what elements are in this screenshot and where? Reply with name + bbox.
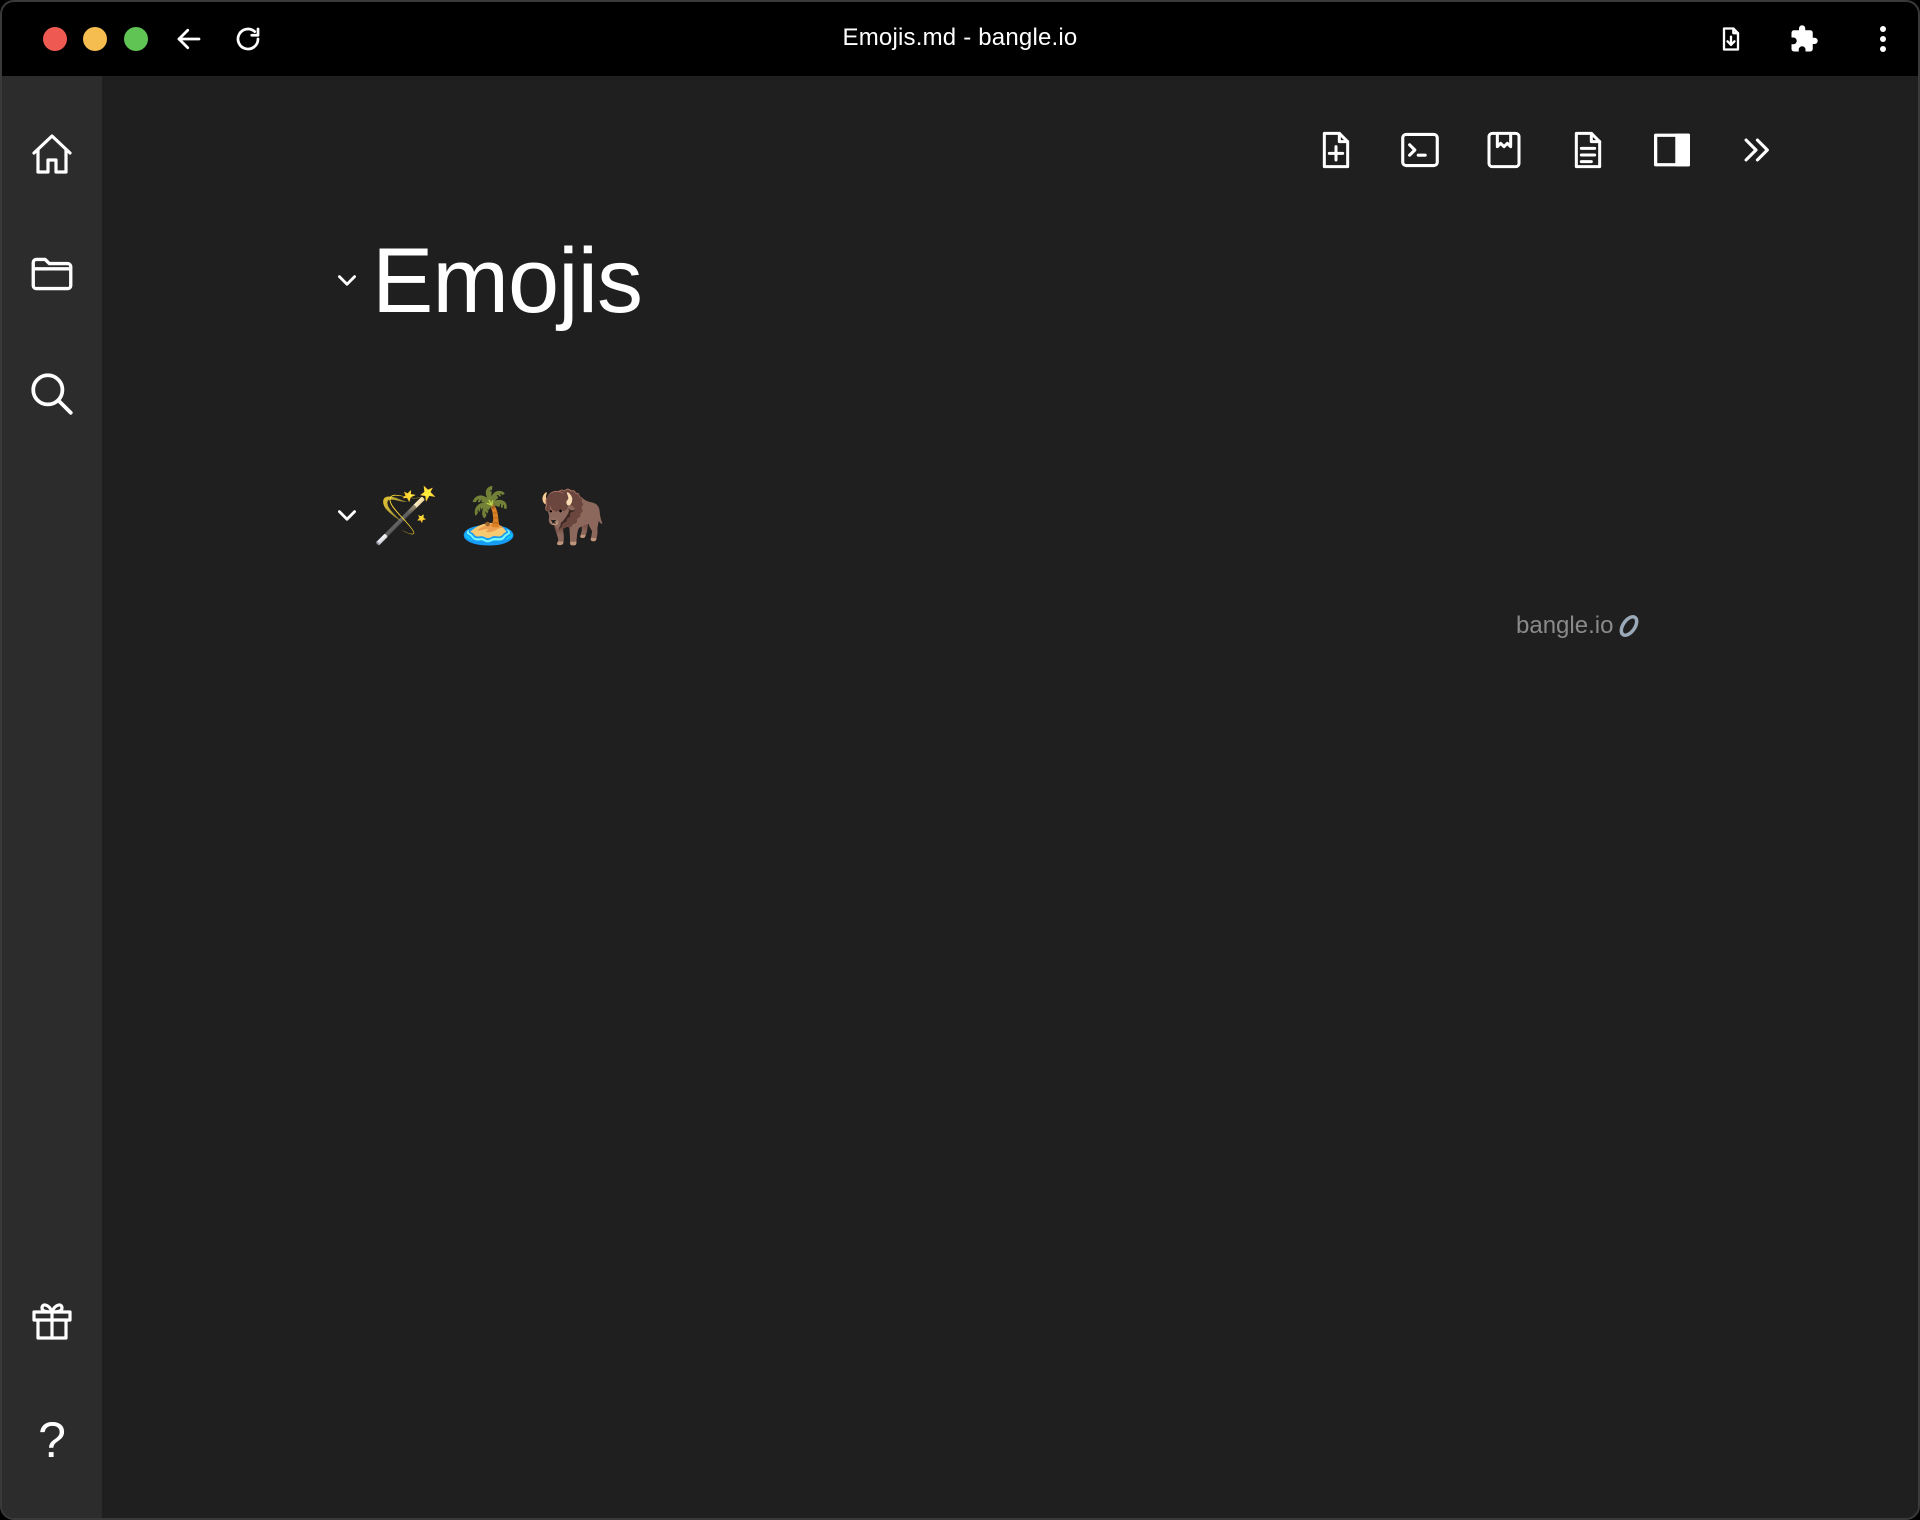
- title-bar: Emojis.md - bangle.io: [2, 2, 1918, 76]
- chevron-down-icon: [338, 275, 356, 286]
- heading-block: Emojis: [322, 226, 643, 336]
- search-icon: [31, 373, 73, 415]
- editor-area: Emojis 🪄🏝️🦬 bangle.io: [102, 76, 1918, 1518]
- collapse-sidebar-icon: [1744, 138, 1769, 162]
- split-screen-button[interactable]: [1648, 126, 1696, 174]
- browser-menu-button[interactable]: [1864, 20, 1902, 58]
- activity-bar: ?: [2, 76, 102, 1518]
- puzzle-extension-icon: [1791, 25, 1818, 52]
- help-icon: ?: [38, 1412, 66, 1468]
- command-palette-icon: [1401, 132, 1439, 168]
- note-outline-button[interactable]: [1564, 126, 1612, 174]
- install-app-button[interactable]: [1712, 20, 1750, 58]
- command-palette-button[interactable]: [1396, 126, 1444, 174]
- split-screen-icon: [1654, 133, 1690, 167]
- new-note-icon: [1322, 131, 1350, 169]
- gift-icon: [32, 1303, 72, 1340]
- watermark-text: bangle.io: [1516, 612, 1614, 639]
- app-window: Emojis.md - bangle.io ? Emojis 🪄🏝️🦬 bang…: [0, 0, 1920, 1520]
- home-icon: [32, 134, 72, 174]
- emoji-paragraph[interactable]: 🪄🏝️🦬: [372, 489, 622, 543]
- chevron-down-icon: [338, 510, 356, 521]
- note-outline-icon: [1574, 131, 1602, 169]
- heading-collapse-toggle[interactable]: [322, 256, 372, 306]
- new-note-button[interactable]: [1312, 126, 1360, 174]
- bookmark-note-icon: [1487, 131, 1521, 169]
- app-watermark: bangle.io: [1516, 612, 1643, 640]
- collapse-sidebar-button[interactable]: [1732, 126, 1780, 174]
- file-download-icon: [1722, 27, 1740, 51]
- document-heading[interactable]: Emojis: [372, 235, 643, 327]
- file-browser-button[interactable]: [24, 246, 80, 302]
- search-button[interactable]: [24, 366, 80, 422]
- paragraph-collapse-toggle[interactable]: [322, 491, 372, 541]
- pin-note-button[interactable]: [1480, 126, 1528, 174]
- paragraph-block: 🪄🏝️🦬: [322, 481, 622, 551]
- extensions-button[interactable]: [1785, 20, 1823, 58]
- window-title: Emojis.md - bangle.io: [842, 24, 1078, 51]
- folder-icon: [31, 257, 73, 291]
- whats-new-button[interactable]: [24, 1292, 80, 1348]
- home-button[interactable]: [24, 126, 80, 182]
- help-button[interactable]: ?: [24, 1412, 80, 1468]
- bangle-ring-icon: [1619, 615, 1639, 637]
- kebab-menu-icon: [1880, 26, 1886, 52]
